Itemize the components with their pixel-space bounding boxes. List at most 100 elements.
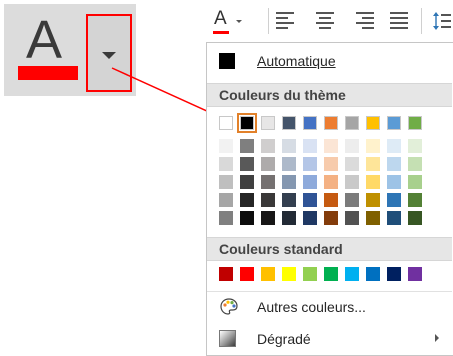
theme-shade-swatch[interactable]	[345, 175, 359, 189]
theme-color-swatch[interactable]	[366, 116, 380, 130]
theme-shade-swatch[interactable]	[366, 157, 380, 171]
line-spacing-icon[interactable]	[432, 10, 452, 32]
standard-colors-title: Couleurs standard	[219, 241, 343, 257]
theme-shade-swatch[interactable]	[282, 157, 296, 171]
theme-shade-swatch[interactable]	[261, 157, 275, 171]
theme-shade-swatch[interactable]	[408, 139, 422, 153]
more-colors-label: Autres couleurs...	[257, 299, 366, 315]
theme-shade-swatch[interactable]	[366, 175, 380, 189]
theme-shade-swatch[interactable]	[366, 139, 380, 153]
font-color-button[interactable]: A	[206, 6, 250, 36]
theme-shade-swatch[interactable]	[408, 193, 422, 207]
font-color-menu: Automatique Couleurs du thème Couleurs s…	[206, 42, 453, 356]
theme-shade-swatch[interactable]	[345, 211, 359, 225]
standard-colors-header: Couleurs standard	[207, 237, 452, 261]
align-center-icon[interactable]	[316, 12, 334, 29]
theme-shade-swatch[interactable]	[408, 157, 422, 171]
font-color-bar	[18, 66, 78, 80]
toolbar-separator	[421, 8, 422, 34]
theme-shade-swatch[interactable]	[387, 157, 401, 171]
align-left-icon[interactable]	[276, 12, 294, 29]
toolbar-separator	[268, 8, 269, 34]
theme-shade-swatch[interactable]	[387, 139, 401, 153]
theme-shade-swatch[interactable]	[324, 175, 338, 189]
theme-shade-swatch[interactable]	[324, 193, 338, 207]
gradient-icon	[219, 330, 236, 347]
chevron-down-icon	[102, 52, 116, 59]
theme-shade-swatch[interactable]	[261, 139, 275, 153]
theme-shade-swatch[interactable]	[282, 193, 296, 207]
toolbar: A	[206, 0, 453, 42]
theme-shade-swatch[interactable]	[219, 139, 233, 153]
font-color-letter-icon: A	[25, 10, 63, 70]
theme-shade-swatch[interactable]	[240, 157, 254, 171]
theme-shade-swatch[interactable]	[219, 211, 233, 225]
zoomed-dropdown-arrow-highlight	[86, 14, 132, 92]
theme-shade-swatch[interactable]	[303, 139, 317, 153]
theme-shade-swatch[interactable]	[219, 193, 233, 207]
menu-divider	[207, 291, 452, 292]
theme-shade-swatch[interactable]	[324, 157, 338, 171]
theme-color-swatch[interactable]	[387, 116, 401, 130]
theme-shade-swatch[interactable]	[261, 175, 275, 189]
automatic-label: Automatique	[257, 53, 336, 69]
theme-shade-swatch[interactable]	[324, 139, 338, 153]
theme-shade-swatch[interactable]	[240, 193, 254, 207]
theme-shade-swatch[interactable]	[408, 211, 422, 225]
gradient-item[interactable]: Dégradé	[207, 325, 452, 353]
standard-color-swatch[interactable]	[282, 267, 296, 281]
theme-shade-swatch[interactable]	[219, 175, 233, 189]
theme-shade-swatch[interactable]	[261, 193, 275, 207]
theme-shade-swatch[interactable]	[303, 157, 317, 171]
theme-shade-swatch[interactable]	[282, 175, 296, 189]
standard-color-swatch[interactable]	[345, 267, 359, 281]
font-color-letter: A	[214, 8, 227, 29]
font-color-indicator	[213, 31, 229, 34]
submenu-arrow-icon	[435, 334, 439, 342]
more-colors-item[interactable]: Autres couleurs...	[207, 293, 452, 321]
standard-color-swatch[interactable]	[240, 267, 254, 281]
standard-color-swatch[interactable]	[324, 267, 338, 281]
theme-shade-swatch[interactable]	[387, 193, 401, 207]
automatic-color-item[interactable]: Automatique	[207, 47, 452, 77]
theme-shade-swatch[interactable]	[303, 193, 317, 207]
theme-shade-swatch[interactable]	[324, 211, 338, 225]
standard-color-swatch[interactable]	[219, 267, 233, 281]
theme-shade-swatch[interactable]	[366, 193, 380, 207]
theme-shade-swatch[interactable]	[219, 157, 233, 171]
theme-shade-swatch[interactable]	[282, 211, 296, 225]
theme-color-swatch[interactable]	[237, 113, 257, 133]
theme-shade-swatch[interactable]	[282, 139, 296, 153]
theme-color-swatch[interactable]	[219, 116, 233, 130]
theme-shade-swatch[interactable]	[240, 211, 254, 225]
align-right-icon[interactable]	[356, 12, 374, 29]
theme-shade-swatch[interactable]	[408, 175, 422, 189]
gradient-label: Dégradé	[257, 331, 311, 347]
theme-color-swatch[interactable]	[324, 116, 338, 130]
theme-shade-swatch[interactable]	[345, 193, 359, 207]
theme-shade-swatch[interactable]	[366, 211, 380, 225]
theme-shade-swatch[interactable]	[303, 211, 317, 225]
standard-color-swatch[interactable]	[408, 267, 422, 281]
standard-color-swatch[interactable]	[261, 267, 275, 281]
theme-shade-swatch[interactable]	[240, 175, 254, 189]
theme-color-swatch[interactable]	[345, 116, 359, 130]
theme-color-swatch[interactable]	[303, 116, 317, 130]
theme-shade-swatch[interactable]	[387, 211, 401, 225]
theme-colors-header: Couleurs du thème	[207, 83, 452, 107]
automatic-swatch	[219, 53, 235, 69]
theme-color-swatch[interactable]	[408, 116, 422, 130]
theme-shade-swatch[interactable]	[303, 175, 317, 189]
standard-color-swatch[interactable]	[366, 267, 380, 281]
theme-shade-swatch[interactable]	[387, 175, 401, 189]
theme-shade-swatch[interactable]	[261, 211, 275, 225]
theme-shade-swatch[interactable]	[240, 139, 254, 153]
chevron-down-icon[interactable]	[236, 20, 242, 23]
standard-color-swatch[interactable]	[303, 267, 317, 281]
theme-shade-swatch[interactable]	[345, 139, 359, 153]
justify-icon[interactable]	[390, 12, 408, 29]
standard-color-swatch[interactable]	[387, 267, 401, 281]
theme-color-swatch[interactable]	[282, 116, 296, 130]
theme-shade-swatch[interactable]	[345, 157, 359, 171]
theme-color-swatch[interactable]	[261, 116, 275, 130]
